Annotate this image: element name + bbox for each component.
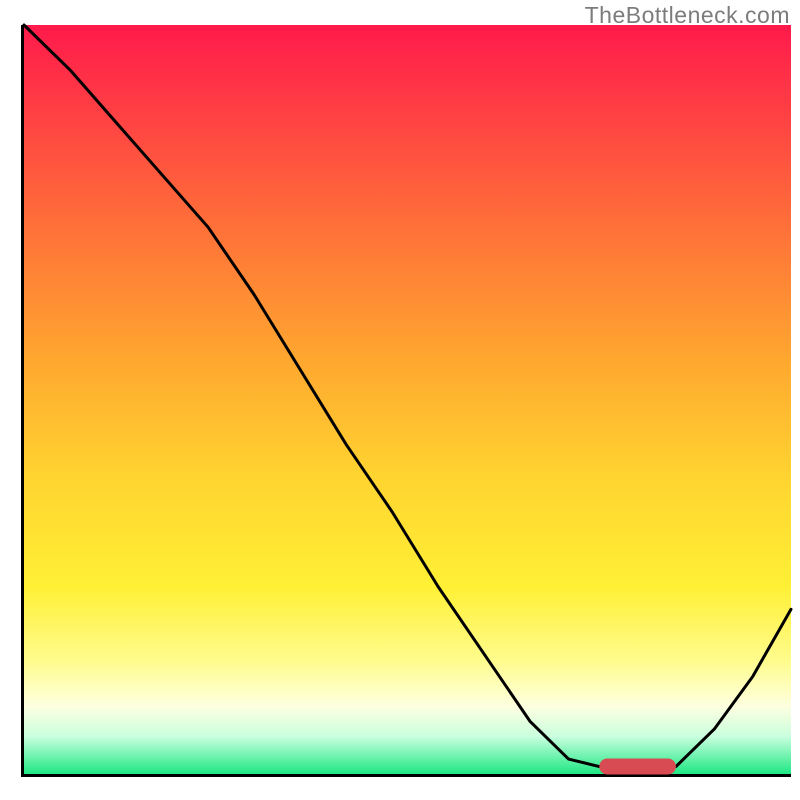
optimum-marker — [599, 759, 676, 775]
plot-overlay — [24, 25, 791, 774]
plot-area — [21, 25, 791, 777]
bottleneck-curve — [24, 25, 791, 767]
chart-canvas: TheBottleneck.com — [0, 0, 800, 800]
